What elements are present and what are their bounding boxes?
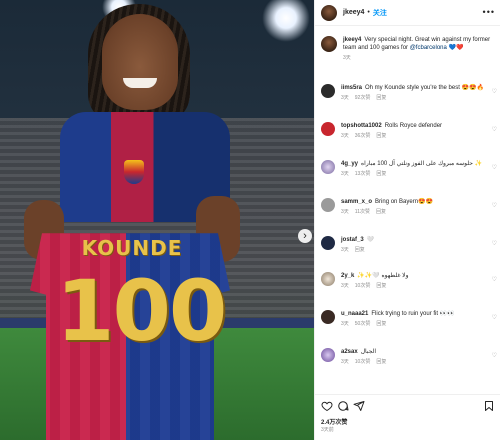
heart-icon[interactable]: ♡ bbox=[492, 276, 497, 283]
comment-item: u_naaa21 Flick trying to ruin your fit 👀👀… bbox=[321, 310, 497, 327]
comment-text: a2sax الجبال bbox=[341, 349, 377, 355]
post-date: 3天前 bbox=[321, 427, 334, 433]
avatar[interactable] bbox=[321, 4, 337, 21]
caption-username[interactable]: jkeey4 bbox=[343, 37, 361, 43]
comment-meta: 3天 36次赞 回复 bbox=[341, 133, 387, 139]
shirt-name: KOUNDE bbox=[81, 236, 183, 260]
post-actions: 2.4万次赞 3天前 bbox=[315, 394, 500, 440]
caption: jkeey4 Very special night. Great win agai… bbox=[321, 36, 497, 61]
comment-item: 4g_yy حلوسه مبروك على الفوز ونلتي آل 100 … bbox=[321, 160, 497, 177]
reply-button[interactable]: 回复 bbox=[376, 283, 386, 289]
post-photo[interactable]: KOUNDE 100 › bbox=[0, 0, 314, 440]
comment-text: u_naaa21 Flick trying to ruin your fit 👀👀 bbox=[341, 311, 455, 317]
comment-meta: 3天 92次赞 回复 bbox=[341, 95, 387, 101]
comment-item: samm_x_o Bring on Bayern😍😍 3天 11次赞 回复 ♡ bbox=[321, 198, 497, 215]
reply-button[interactable]: 回复 bbox=[376, 359, 386, 365]
reply-button[interactable]: 回复 bbox=[355, 247, 365, 253]
caption-meta: 3天 bbox=[343, 55, 351, 61]
header-username[interactable]: jkeey4 bbox=[343, 9, 364, 16]
comment-meta: 3天 11次赞 回复 bbox=[341, 209, 386, 215]
comment-meta: 3天 50次赞 回复 bbox=[341, 321, 387, 327]
player-head bbox=[102, 14, 178, 110]
reply-button[interactable]: 回复 bbox=[376, 171, 386, 177]
comment-username[interactable]: samm_x_o bbox=[341, 199, 372, 205]
comment-meta: 3天 回复 bbox=[341, 247, 365, 253]
avatar[interactable] bbox=[321, 160, 335, 174]
bookmark-icon[interactable] bbox=[483, 400, 495, 412]
likes-count[interactable]: 2.4万次赞 bbox=[321, 417, 347, 426]
shirt-number: 100 bbox=[56, 262, 227, 360]
more-options-icon[interactable]: ••• bbox=[483, 7, 495, 17]
heart-icon[interactable]: ♡ bbox=[492, 314, 497, 321]
avatar[interactable] bbox=[321, 348, 335, 362]
comment-username[interactable]: 4g_yy bbox=[341, 161, 358, 167]
comment-icon[interactable] bbox=[337, 400, 349, 412]
heart-icon[interactable]: ♡ bbox=[492, 126, 497, 133]
avatar[interactable] bbox=[321, 84, 335, 98]
heart-icon[interactable]: ♡ bbox=[492, 240, 497, 247]
comment-text: 4g_yy حلوسه مبروك على الفوز ونلتي آل 100 … bbox=[341, 161, 483, 167]
avatar[interactable] bbox=[321, 310, 335, 324]
comment-meta: 3天 10次赞 回复 bbox=[341, 359, 387, 365]
comment-text: topshotta1002 Rolls Royce defender bbox=[341, 123, 443, 129]
comment-meta: 3天 10次赞 回复 bbox=[341, 283, 387, 289]
comment-meta: 3天 13次赞 回复 bbox=[341, 171, 387, 177]
comment-username[interactable]: a2sax bbox=[341, 349, 358, 355]
next-photo-button[interactable]: › bbox=[298, 229, 312, 243]
reply-button[interactable]: 回复 bbox=[376, 133, 386, 139]
mention-link[interactable]: @fcbarcelona bbox=[410, 45, 447, 51]
comment-item: topshotta1002 Rolls Royce defender 3天 36次赞… bbox=[321, 122, 497, 139]
floodlight bbox=[262, 0, 310, 42]
comment-username[interactable]: jostaf_3 bbox=[341, 237, 364, 243]
avatar[interactable] bbox=[321, 272, 335, 286]
heart-icon[interactable]: ♡ bbox=[492, 88, 497, 95]
follow-button[interactable]: 关注 bbox=[373, 8, 387, 18]
post-sidebar: jkeey4 • 关注 ••• jkeey4 Very special night… bbox=[314, 0, 500, 440]
reply-button[interactable]: 回复 bbox=[376, 95, 386, 101]
comment-username[interactable]: topshotta1002 bbox=[341, 123, 382, 129]
heart-icon[interactable]: ♡ bbox=[492, 164, 497, 171]
comment-item: 2y_k ✨✨🤍 ولا غلطهوه 3天 10次赞 回复 ♡ bbox=[321, 272, 497, 289]
comment-username[interactable]: 2y_k bbox=[341, 273, 354, 279]
comments-list[interactable]: jkeey4 Very special night. Great win agai… bbox=[315, 26, 500, 394]
comment-item: a2sax الجبال 3天 10次赞 回复 ♡ bbox=[321, 348, 497, 365]
chevron-right-icon: › bbox=[303, 230, 307, 242]
heart-icon[interactable]: ♡ bbox=[492, 352, 497, 359]
post-header: jkeey4 • 关注 ••• bbox=[315, 0, 500, 26]
avatar[interactable] bbox=[321, 198, 335, 212]
comment-item: jostaf_3 🤍 3天 回复 ♡ bbox=[321, 236, 497, 253]
comment-text: samm_x_o Bring on Bayern😍😍 bbox=[341, 199, 433, 205]
avatar[interactable] bbox=[321, 122, 335, 136]
avatar[interactable] bbox=[321, 36, 337, 52]
comment-text: 2y_k ✨✨🤍 ولا غلطهوه bbox=[341, 273, 409, 279]
comment-username[interactable]: iims5ra bbox=[341, 85, 362, 91]
reply-button[interactable]: 回复 bbox=[376, 321, 386, 327]
heart-icon[interactable]: ♡ bbox=[492, 202, 497, 209]
club-crest bbox=[124, 160, 144, 184]
player-smile bbox=[123, 78, 157, 88]
comment-item: iims5ra Oh my Kounde style you're the bes… bbox=[321, 84, 497, 101]
separator-dot: • bbox=[367, 9, 370, 16]
avatar[interactable] bbox=[321, 236, 335, 250]
reply-button[interactable]: 回复 bbox=[376, 209, 386, 215]
share-icon[interactable] bbox=[353, 400, 365, 412]
comment-text: iims5ra Oh my Kounde style you're the bes… bbox=[341, 85, 484, 91]
comment-username[interactable]: u_naaa21 bbox=[341, 311, 368, 317]
comment-text: jostaf_3 🤍 bbox=[341, 237, 375, 243]
caption-text: jkeey4 Very special night. Great win agai… bbox=[343, 37, 491, 51]
heart-icon[interactable] bbox=[321, 400, 333, 412]
